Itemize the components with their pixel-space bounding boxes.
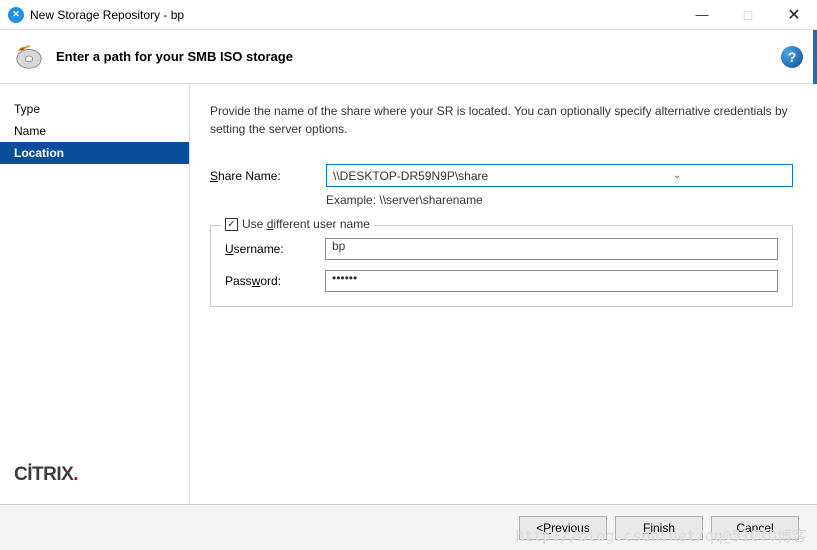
share-name-label: Share Name:	[210, 169, 326, 183]
password-label: Password:	[225, 274, 325, 288]
username-label: Username:	[225, 242, 325, 256]
window-title: New Storage Repository - bp	[30, 8, 679, 22]
cancel-button[interactable]: Cancel	[711, 516, 799, 540]
previous-button[interactable]: < Previous	[519, 516, 607, 540]
sidebar: Type Name Location CİTRIX.	[0, 84, 190, 504]
example-text: Example: \\server\sharename	[326, 193, 793, 207]
credentials-fieldset: ✓ Use different user name Username: bp P…	[210, 225, 793, 307]
sidebar-item-type[interactable]: Type	[0, 98, 189, 120]
password-input[interactable]: ••••••	[325, 270, 778, 292]
finish-button[interactable]: Finish	[615, 516, 703, 540]
password-row: Password: ••••••	[225, 270, 778, 292]
sidebar-item-location[interactable]: Location	[0, 142, 189, 164]
maximize-button[interactable]: ◻	[725, 0, 771, 29]
share-name-combo[interactable]: \\DESKTOP-DR59N9P\share ⌄	[326, 164, 793, 187]
username-row: Username: bp	[225, 238, 778, 260]
window-buttons: — ◻ ✕	[679, 0, 817, 29]
chevron-down-icon[interactable]: ⌄	[563, 170, 793, 181]
content: Provide the name of the share where your…	[190, 84, 817, 504]
body: Type Name Location CİTRIX. Provide the n…	[0, 84, 817, 504]
minimize-button[interactable]: —	[679, 0, 725, 29]
username-input[interactable]: bp	[325, 238, 778, 260]
page-title: Enter a path for your SMB ISO storage	[56, 49, 781, 64]
storage-disc-icon	[14, 42, 44, 72]
sidebar-item-name[interactable]: Name	[0, 120, 189, 142]
citrix-brand: CİTRIX.	[0, 464, 189, 504]
use-different-username-checkbox[interactable]: ✓ Use different user name	[221, 217, 374, 231]
app-icon	[8, 7, 24, 23]
side-accent	[813, 30, 817, 84]
footer: < Previous Finish Cancel	[0, 504, 817, 550]
share-name-value: \\DESKTOP-DR59N9P\share	[333, 169, 563, 183]
titlebar: New Storage Repository - bp — ◻ ✕	[0, 0, 817, 30]
header: Enter a path for your SMB ISO storage ?	[0, 30, 817, 84]
checkbox-icon: ✓	[225, 218, 238, 231]
share-name-row: Share Name: \\DESKTOP-DR59N9P\share ⌄	[210, 164, 793, 187]
close-button[interactable]: ✕	[771, 0, 817, 29]
intro-text: Provide the name of the share where your…	[210, 102, 793, 138]
help-icon[interactable]: ?	[781, 46, 803, 68]
use-different-username-label: Use different user name	[242, 217, 370, 231]
